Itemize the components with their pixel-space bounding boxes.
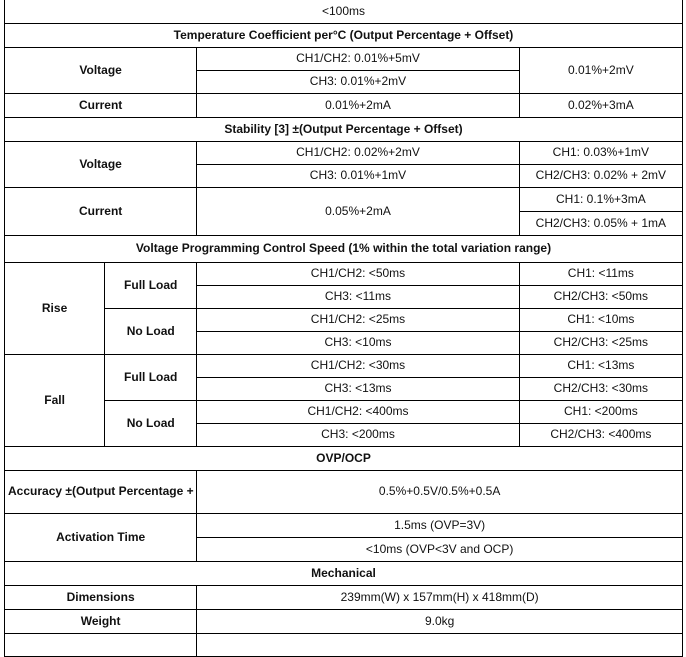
cell-rise-full-mid-ch12: CH1/CH2: <50ms <box>196 262 520 286</box>
section-header-mechanical: Mechanical <box>4 561 683 586</box>
specification-table: <100ms Temperature Coefficient per°C (Ou… <box>3 0 684 657</box>
table-row-top-partial: <100ms <box>4 0 683 24</box>
cell-rise-noload-mid-ch3: CH3: <10ms <box>196 331 520 355</box>
row-label-rise: Rise <box>3 262 106 355</box>
section-header-row-stability: Stability [3] ±(Output Percentage + Offs… <box>4 117 683 142</box>
cell-weight-value: 9.0kg <box>196 609 683 634</box>
cell-temp-voltage-ch3: CH3: 0.01%+2mV <box>196 70 520 94</box>
cell-stability-current-right-ch1: CH1: 0.1%+3mA <box>518 187 684 212</box>
cell-dimensions-value: 239mm(W) x 157mm(H) x 418mm(D) <box>196 585 683 610</box>
cell-rise-full-mid-ch3: CH3: <11ms <box>196 285 520 309</box>
cell-rise-noload-right-ch1: CH1: <10ms <box>518 308 684 332</box>
row-label-temp-current: Current <box>3 93 198 118</box>
table-row: Rise Full Load CH1/CH2: <50ms CH1: <11ms <box>3 262 684 355</box>
cell-stability-voltage-ch3: CH3: 0.01%+1mV <box>196 164 520 188</box>
cell-top-partial-value: <100ms <box>4 0 683 24</box>
table-row-bottom-partial <box>3 633 683 657</box>
table-row: Voltage CH1/CH2: 0.02%+2mV CH1: 0.03%+1m… <box>3 141 684 188</box>
cell-rise-full-right-ch1: CH1: <11ms <box>518 262 684 286</box>
cell-temp-voltage-right: 0.01%+2mV <box>518 47 684 94</box>
table-row: Accuracy ±(Output Percentage + Offset) 0… <box>3 470 683 514</box>
cell-rise-noload-mid-ch12: CH1/CH2: <25ms <box>196 308 520 332</box>
cell-stability-current-right-ch23: CH2/CH3: 0.05% + 1mA <box>518 211 684 236</box>
row-label-ovp-accuracy: Accuracy ±(Output Percentage + Offset) <box>3 470 198 514</box>
specification-sheet: <100ms Temperature Coefficient per°C (Ou… <box>0 0 686 657</box>
cell-ovp-accuracy-value: 0.5%+0.5V/0.5%+0.5A <box>196 470 683 514</box>
cell-fall-full-mid-ch12: CH1/CH2: <30ms <box>196 354 520 378</box>
table-row: Fall Full Load CH1/CH2: <30ms CH1: <13ms <box>3 354 684 447</box>
table-row: Dimensions 239mm(W) x 157mm(H) x 418mm(D… <box>3 585 683 610</box>
cell-fall-noload-right-ch23: CH2/CH3: <400ms <box>518 423 684 447</box>
cell-fall-full-right-ch23: CH2/CH3: <30ms <box>518 377 684 401</box>
cell-temp-current-right: 0.02%+3mA <box>518 93 684 118</box>
table-row: Voltage CH1/CH2: 0.01%+5mV 0.01%+2mV <box>3 47 684 94</box>
table-row: Weight 9.0kg <box>3 609 683 634</box>
table-row: Current 0.05%+2mA CH1: 0.1%+3mA <box>3 187 684 236</box>
row-label-fall-no-load: No Load <box>104 400 198 447</box>
section-header-ovp-ocp: OVP/OCP <box>4 446 683 471</box>
cell-stability-voltage-ch12: CH1/CH2: 0.02%+2mV <box>196 141 520 165</box>
row-label-ovp-activation-time: Activation Time <box>3 513 198 562</box>
row-label-rise-full-load: Full Load <box>104 262 198 309</box>
cell-stability-voltage-right-ch1: CH1: 0.03%+1mV <box>518 141 684 165</box>
cell-rise-full-right-ch23: CH2/CH3: <50ms <box>518 285 684 309</box>
section-header-stability: Stability [3] ±(Output Percentage + Offs… <box>4 117 683 142</box>
row-label-stability-current: Current <box>3 187 198 236</box>
row-label-weight: Weight <box>3 609 198 634</box>
section-header-temperature-coefficient: Temperature Coefficient per°C (Output Pe… <box>4 23 683 48</box>
row-label-temp-voltage: Voltage <box>3 47 198 94</box>
row-label-stability-voltage: Voltage <box>3 141 198 188</box>
cell-fall-full-right-ch1: CH1: <13ms <box>518 354 684 378</box>
cell-fall-noload-mid-ch12: CH1/CH2: <400ms <box>196 400 520 424</box>
cell-temp-voltage-ch12: CH1/CH2: 0.01%+5mV <box>196 47 520 71</box>
row-label-dimensions: Dimensions <box>3 585 198 610</box>
cell-fall-full-mid-ch3: CH3: <13ms <box>196 377 520 401</box>
section-header-row-voltage-programming: Voltage Programming Control Speed (1% wi… <box>4 235 683 263</box>
section-header-row-ovp-ocp: OVP/OCP <box>4 446 683 471</box>
cell-fall-noload-mid-ch3: CH3: <200ms <box>196 423 520 447</box>
cell-temp-current-mid: 0.01%+2mA <box>196 93 520 118</box>
row-label-fall-full-load: Full Load <box>104 354 198 401</box>
cell-fall-noload-right-ch1: CH1: <200ms <box>518 400 684 424</box>
cell-stability-current-mid: 0.05%+2mA <box>196 187 520 236</box>
cell-bottom-partial-left <box>3 633 198 657</box>
cell-rise-noload-right-ch23: CH2/CH3: <25ms <box>518 331 684 355</box>
section-header-voltage-programming: Voltage Programming Control Speed (1% wi… <box>4 235 683 263</box>
table-row: Activation Time 1.5ms (OVP=3V) <box>3 513 683 562</box>
row-label-fall: Fall <box>3 354 106 447</box>
cell-ovp-activation-time-2: <10ms (OVP<3V and OCP) <box>196 537 683 562</box>
cell-stability-voltage-right-ch23: CH2/CH3: 0.02% + 2mV <box>518 164 684 188</box>
section-header-row-temperature-coefficient: Temperature Coefficient per°C (Output Pe… <box>4 23 683 48</box>
row-label-rise-no-load: No Load <box>104 308 198 355</box>
table-row: Current 0.01%+2mA 0.02%+3mA <box>3 93 684 118</box>
table-row: No Load CH1/CH2: <25ms CH1: <10ms <box>5 308 684 355</box>
cell-bottom-partial-right <box>196 633 683 657</box>
table-row: No Load CH1/CH2: <400ms CH1: <200ms <box>5 400 684 447</box>
cell-ovp-activation-time-1: 1.5ms (OVP=3V) <box>196 513 683 538</box>
section-header-row-mechanical: Mechanical <box>4 561 683 586</box>
